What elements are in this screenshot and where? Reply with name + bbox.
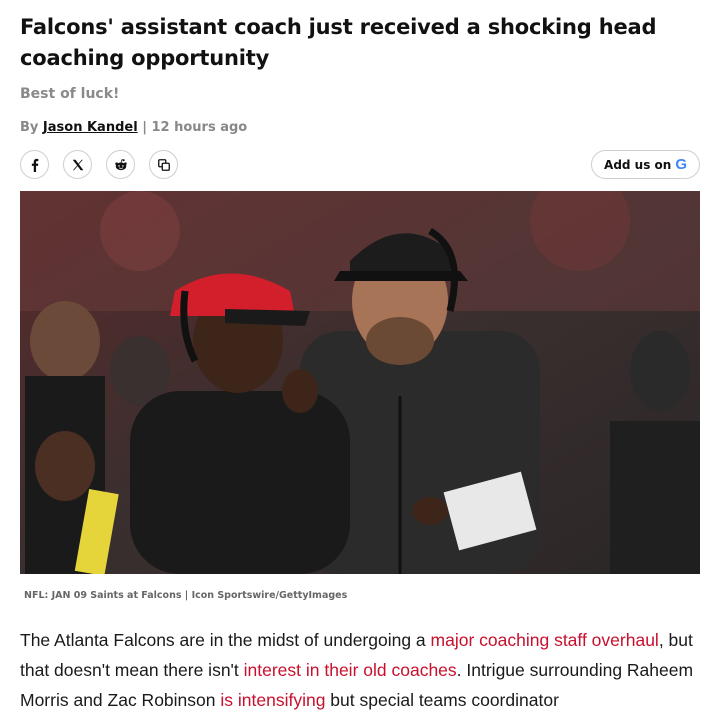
copy-link-button[interactable] <box>149 150 178 179</box>
link-interest-in-old-coaches[interactable]: interest in their old coaches <box>244 660 457 680</box>
x-icon <box>72 159 83 170</box>
share-x-button[interactable] <box>63 150 92 179</box>
timestamp: 12 hours ago <box>151 120 248 135</box>
share-reddit-button[interactable] <box>106 150 135 179</box>
author-link[interactable]: Jason Kandel <box>43 120 138 135</box>
add-us-label: Add us on <box>604 157 672 172</box>
google-icon: G <box>675 156 687 173</box>
article-subhead: Best of luck! <box>20 86 120 102</box>
share-buttons <box>20 150 178 179</box>
add-us-on-google-button[interactable]: Add us on G <box>591 150 700 179</box>
reddit-icon <box>114 158 127 170</box>
facebook-icon <box>31 158 38 172</box>
link-is-intensifying[interactable]: is intensifying <box>220 690 325 710</box>
photo-caption: NFL: JAN 09 Saints at Falcons | Icon Spo… <box>24 590 348 601</box>
byline-prefix: By <box>20 120 43 135</box>
copy-link-icon <box>157 158 170 171</box>
byline: By Jason Kandel | 12 hours ago <box>20 120 247 135</box>
article-body-paragraph: The Atlanta Falcons are in the midst of … <box>20 625 710 715</box>
share-facebook-button[interactable] <box>20 150 49 179</box>
article-photo <box>20 191 700 574</box>
body-text-1: The Atlanta Falcons are in the midst of … <box>20 630 431 650</box>
coaches-photo-illustration <box>20 191 700 574</box>
link-major-coaching-staff-overhaul[interactable]: major coaching staff overhaul <box>431 630 659 650</box>
byline-separator: | <box>137 120 152 135</box>
body-text-4: but special teams coordinator <box>325 690 559 710</box>
article-headline: Falcons' assistant coach just received a… <box>20 15 657 70</box>
